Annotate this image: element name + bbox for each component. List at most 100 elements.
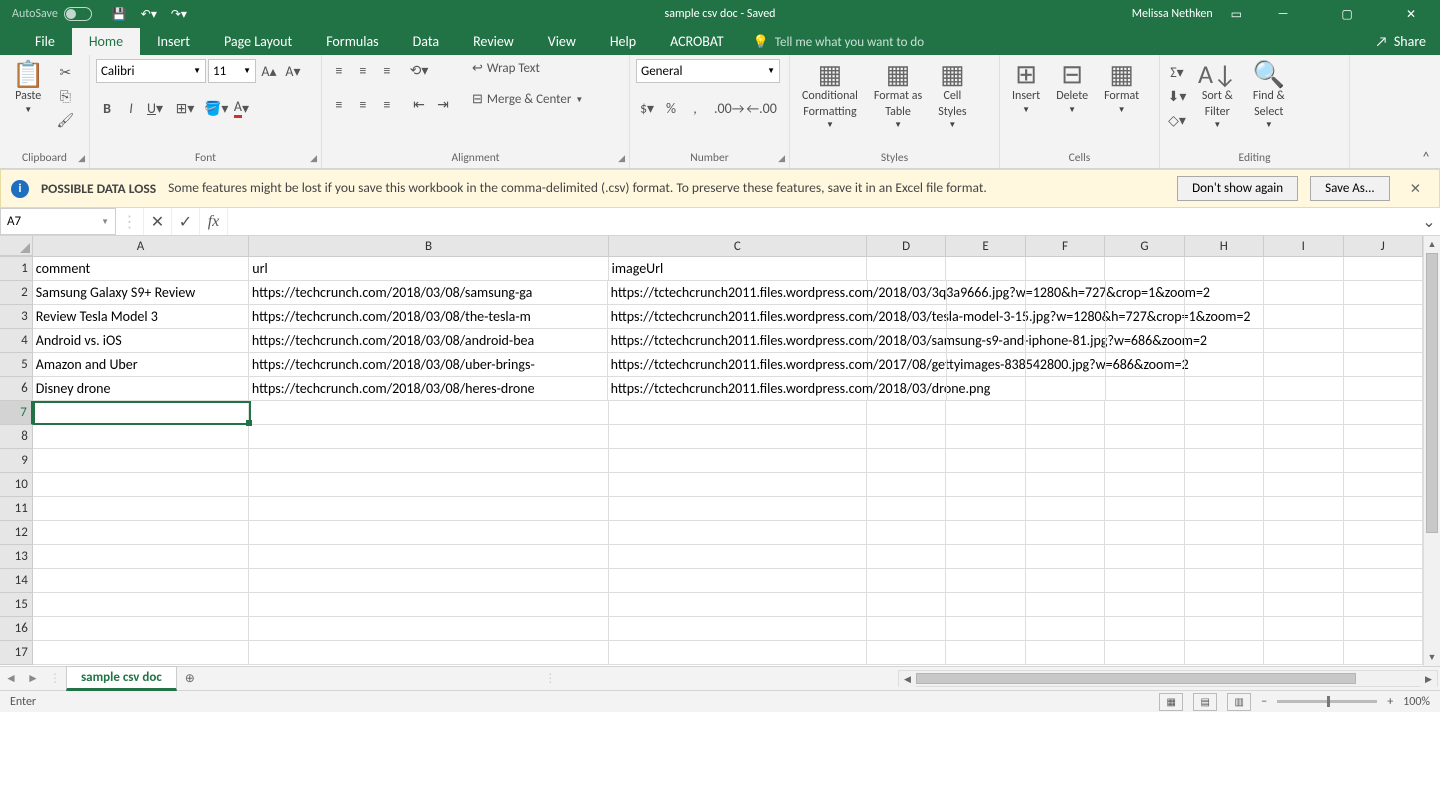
- cell[interactable]: [33, 473, 249, 497]
- cell[interactable]: [1344, 521, 1423, 545]
- cell[interactable]: https://techcrunch.com/2018/03/08/uber-b…: [249, 353, 608, 377]
- cell[interactable]: [1105, 497, 1184, 521]
- row-header[interactable]: 16: [0, 617, 33, 641]
- autosave-toggle[interactable]: AutoSave: [12, 7, 92, 21]
- cell[interactable]: [867, 593, 946, 617]
- cell[interactable]: [1264, 593, 1343, 617]
- close-button[interactable]: ✕: [1388, 0, 1434, 28]
- align-top-icon[interactable]: ≡: [328, 59, 350, 81]
- cell[interactable]: [249, 617, 608, 641]
- share-button[interactable]: ↗Share: [1361, 28, 1440, 55]
- cell[interactable]: [1105, 569, 1184, 593]
- cell[interactable]: [867, 641, 946, 665]
- row-header[interactable]: 2: [0, 281, 33, 305]
- cell[interactable]: [946, 521, 1025, 545]
- cell[interactable]: [867, 425, 946, 449]
- cell[interactable]: [946, 641, 1025, 665]
- sheet-tab[interactable]: sample csv doc: [66, 666, 177, 691]
- add-sheet-icon[interactable]: ⊕: [177, 669, 203, 689]
- sort-filter-button[interactable]: A↓Sort & Filter▼: [1192, 59, 1243, 133]
- cell[interactable]: [1344, 377, 1423, 401]
- cell[interactable]: [1106, 329, 1185, 353]
- cell[interactable]: [1264, 617, 1343, 641]
- tab-insert[interactable]: Insert: [140, 28, 207, 55]
- cell[interactable]: [1026, 497, 1105, 521]
- row-header[interactable]: 17: [0, 641, 33, 665]
- cell[interactable]: [867, 449, 946, 473]
- tab-acrobat[interactable]: ACROBAT: [653, 28, 741, 55]
- cell[interactable]: [249, 521, 608, 545]
- cell[interactable]: [1344, 449, 1423, 473]
- format-cells-button[interactable]: ▦Format▼: [1098, 59, 1145, 117]
- cell[interactable]: https://tctechcrunch2011.files.wordpress…: [608, 281, 868, 305]
- underline-button[interactable]: U▾: [144, 97, 166, 119]
- cell[interactable]: [1264, 497, 1343, 521]
- cell[interactable]: [249, 593, 608, 617]
- align-left-icon[interactable]: ≡: [328, 93, 350, 115]
- cell[interactable]: [1344, 593, 1423, 617]
- cell[interactable]: [1344, 257, 1423, 281]
- cell[interactable]: [1264, 449, 1343, 473]
- align-center-icon[interactable]: ≡: [352, 93, 374, 115]
- cell[interactable]: [946, 545, 1025, 569]
- cell[interactable]: [33, 569, 249, 593]
- column-header-C[interactable]: C: [609, 236, 867, 256]
- cell[interactable]: [33, 521, 249, 545]
- row-header[interactable]: 11: [0, 497, 33, 521]
- cell[interactable]: [868, 377, 947, 401]
- cell[interactable]: [609, 593, 867, 617]
- cell[interactable]: [867, 497, 946, 521]
- cell[interactable]: [1026, 617, 1105, 641]
- row-header[interactable]: 3: [0, 305, 33, 329]
- scroll-down-icon[interactable]: ▼: [1424, 649, 1440, 666]
- font-size-selector[interactable]: 11▼: [208, 59, 256, 83]
- cell[interactable]: [1026, 353, 1105, 377]
- cell[interactable]: [1264, 257, 1343, 281]
- cell[interactable]: [1344, 497, 1423, 521]
- row-header[interactable]: 5: [0, 353, 33, 377]
- cell[interactable]: [1185, 401, 1264, 425]
- cell[interactable]: [867, 545, 946, 569]
- cell[interactable]: [946, 617, 1025, 641]
- cell[interactable]: [1026, 593, 1105, 617]
- cell[interactable]: [1344, 425, 1423, 449]
- increase-decimal-icon[interactable]: .00→: [714, 97, 744, 119]
- cell[interactable]: [609, 617, 867, 641]
- save-as-button[interactable]: Save As...: [1310, 176, 1390, 201]
- cell[interactable]: [947, 329, 1026, 353]
- cell[interactable]: [1264, 329, 1343, 353]
- cell[interactable]: [249, 641, 608, 665]
- cell[interactable]: [609, 497, 867, 521]
- cell[interactable]: [1106, 353, 1185, 377]
- cell[interactable]: https://techcrunch.com/2018/03/08/heres-…: [249, 377, 608, 401]
- cell[interactable]: [1185, 521, 1264, 545]
- cell[interactable]: [249, 569, 608, 593]
- cell[interactable]: https://techcrunch.com/2018/03/08/androi…: [249, 329, 608, 353]
- cell[interactable]: [1105, 521, 1184, 545]
- borders-icon[interactable]: ⊞▾: [174, 97, 196, 119]
- cell[interactable]: [1344, 569, 1423, 593]
- cell[interactable]: [1026, 257, 1105, 281]
- decrease-decimal-icon[interactable]: ←.00: [746, 97, 776, 119]
- cell[interactable]: [867, 617, 946, 641]
- vertical-scrollbar[interactable]: ▲ ▼: [1423, 236, 1440, 666]
- tab-data[interactable]: Data: [396, 28, 456, 55]
- cell[interactable]: [1344, 305, 1423, 329]
- cell[interactable]: [867, 569, 946, 593]
- select-all-corner[interactable]: [0, 236, 33, 256]
- cell[interactable]: [946, 425, 1025, 449]
- tab-help[interactable]: Help: [593, 28, 653, 55]
- cell[interactable]: [1185, 593, 1264, 617]
- cell[interactable]: [1185, 641, 1264, 665]
- cell[interactable]: [868, 281, 947, 305]
- cell[interactable]: [1185, 497, 1264, 521]
- cell[interactable]: [1344, 641, 1423, 665]
- cell[interactable]: comment: [33, 257, 249, 281]
- cell[interactable]: [868, 329, 947, 353]
- cell[interactable]: [249, 473, 608, 497]
- row-header[interactable]: 14: [0, 569, 33, 593]
- cell[interactable]: [33, 617, 249, 641]
- cell[interactable]: [867, 257, 946, 281]
- cell[interactable]: [1185, 425, 1264, 449]
- cell[interactable]: [1344, 353, 1423, 377]
